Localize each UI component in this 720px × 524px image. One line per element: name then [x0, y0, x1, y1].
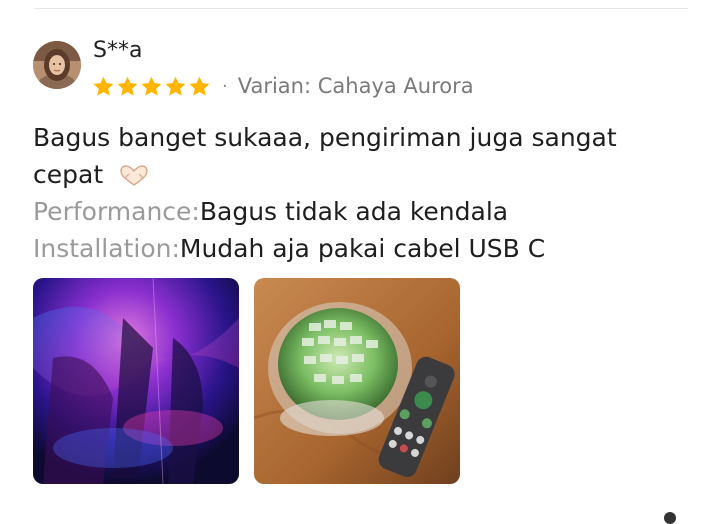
- star-icon: [117, 76, 138, 96]
- star-rating: [92, 75, 211, 98]
- variant-info: · Varian: Cahaya Aurora: [222, 74, 474, 98]
- reviewer-name: S**a: [93, 38, 143, 63]
- review-text-line1: Bagus banget sukaaa, pengiriman juga san…: [33, 123, 617, 152]
- star-icon: [189, 76, 210, 96]
- avatar[interactable]: [33, 41, 81, 89]
- star-icon: [93, 76, 114, 96]
- installation-value: Mudah aja pakai cabel USB C: [179, 234, 546, 263]
- performance-value: Bagus tidak ada kendala: [199, 197, 509, 226]
- partial-icon: [664, 512, 676, 524]
- separator-dot: ·: [222, 75, 228, 97]
- star-icon: [141, 76, 162, 96]
- top-divider: [34, 8, 688, 9]
- review-photo-aurora-light[interactable]: [33, 278, 239, 484]
- performance-line: Performance:Bagus tidak ada kendala: [33, 193, 673, 230]
- review-text-line2-text: cepat: [33, 160, 104, 189]
- review-body: Bagus banget sukaaa, pengiriman juga san…: [33, 119, 673, 267]
- review-photo-product-remote[interactable]: [254, 278, 460, 484]
- performance-label: Performance:: [33, 197, 200, 226]
- star-icon: [165, 76, 186, 96]
- variant-label: Varian: Cahaya Aurora: [237, 74, 474, 98]
- heart-hands-icon: [120, 165, 148, 186]
- review-text-line2: cepat: [33, 156, 673, 193]
- installation-label: Installation:: [33, 234, 180, 263]
- installation-line: Installation:Mudah aja pakai cabel USB C: [33, 230, 673, 267]
